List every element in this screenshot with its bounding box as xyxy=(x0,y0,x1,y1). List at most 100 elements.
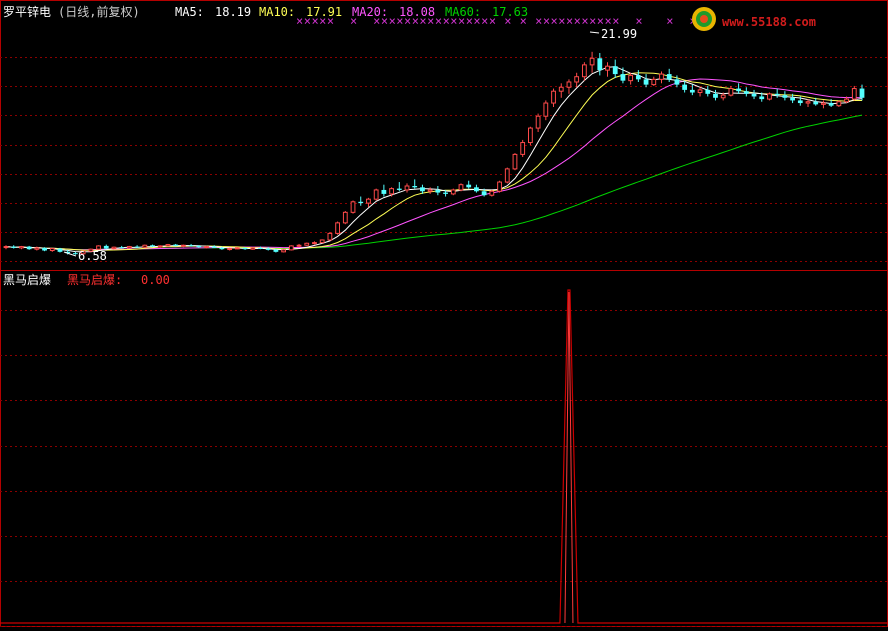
candle-body xyxy=(466,184,472,188)
candle-body xyxy=(682,84,688,90)
candle-body xyxy=(26,246,32,250)
candle-body xyxy=(597,58,603,71)
ma20-line xyxy=(5,78,863,251)
ma5-line xyxy=(5,66,863,253)
candle-body xyxy=(512,153,518,170)
candle-body xyxy=(142,244,148,248)
candle-body xyxy=(543,102,549,117)
candle-body xyxy=(743,91,749,94)
ma10-label: MA10: xyxy=(259,5,295,19)
candle-body xyxy=(836,101,842,107)
candle-body xyxy=(319,239,325,244)
candle-body xyxy=(250,247,256,250)
indicator-value: 0.00 xyxy=(141,273,170,287)
candle-body xyxy=(335,222,340,234)
signal-series xyxy=(0,289,888,624)
candle-body xyxy=(558,86,564,92)
indicator-value-label: 黑马启爆: xyxy=(67,273,122,287)
candle-body xyxy=(643,79,649,85)
candle-body xyxy=(612,66,618,75)
signal-mark: × xyxy=(435,14,442,28)
high-price-pointer xyxy=(589,31,600,34)
candle-body xyxy=(790,97,795,101)
signal-mark: × xyxy=(574,14,581,28)
signal-mark: × xyxy=(481,14,488,28)
candle-body xyxy=(697,89,703,94)
candle-body xyxy=(551,90,556,104)
candle-body xyxy=(227,248,233,251)
candle-body xyxy=(651,78,657,86)
candle-body xyxy=(350,201,356,213)
chart-stage: ××××××××××××××××××××××××××××××××××××××× … xyxy=(0,0,888,627)
candle-body xyxy=(450,189,456,195)
candle-body xyxy=(57,248,63,252)
candle-body xyxy=(689,89,695,93)
ma20-label: MA20: xyxy=(352,5,388,19)
candle-body xyxy=(42,247,47,251)
ma10-line xyxy=(5,72,862,251)
candle-body xyxy=(19,246,24,249)
signal-mark: × xyxy=(666,14,673,28)
candle-body xyxy=(420,187,425,192)
candle-body xyxy=(813,101,819,105)
candle-body xyxy=(782,95,788,98)
candle-body xyxy=(635,75,641,80)
candle-body xyxy=(358,201,364,204)
candle-body xyxy=(566,81,572,88)
watermark-logo xyxy=(692,7,716,31)
candle-body xyxy=(327,232,333,241)
candle-body xyxy=(288,245,294,251)
candle-body xyxy=(589,57,595,66)
candle-body xyxy=(134,246,140,248)
candle-body xyxy=(265,248,271,250)
candle-body xyxy=(520,142,526,155)
signal-mark: × xyxy=(635,14,642,28)
candle-body xyxy=(435,189,441,193)
watermark-text: www.55188.com xyxy=(722,15,816,29)
ma5-value: 18.19 xyxy=(215,5,251,19)
candle-body xyxy=(396,188,402,190)
candle-body xyxy=(581,64,587,78)
candle-body xyxy=(797,100,803,104)
candle-body xyxy=(49,248,55,252)
signal-mark: × xyxy=(566,14,573,28)
high-price-label: 21.99 xyxy=(601,27,637,41)
candle-body xyxy=(458,184,464,191)
candle-body xyxy=(219,247,225,250)
candle-body xyxy=(628,74,634,82)
candle-body xyxy=(474,187,479,192)
signal-mark: × xyxy=(605,14,612,28)
signal-mark: × xyxy=(581,14,588,28)
ma20-value: 18.08 xyxy=(399,5,435,19)
signal-mark: × xyxy=(535,14,542,28)
candle-body xyxy=(859,88,865,98)
candle-body xyxy=(705,89,711,94)
candle-body xyxy=(767,93,772,100)
candle-body xyxy=(751,93,757,97)
candle-body xyxy=(180,244,186,247)
signal-mark: × xyxy=(612,14,619,28)
candle-body xyxy=(828,103,834,106)
candle-body xyxy=(304,242,310,246)
candle-body xyxy=(489,190,495,196)
candle-body xyxy=(674,79,680,85)
ma5-label: MA5: xyxy=(175,5,204,19)
candle-body xyxy=(736,88,742,92)
price-grid xyxy=(0,57,888,262)
candle-body xyxy=(150,245,155,247)
candle-body xyxy=(412,186,418,188)
candle-body xyxy=(242,247,248,250)
logo-inner-circle xyxy=(700,15,708,23)
candle-body xyxy=(851,88,857,100)
signal-line xyxy=(0,289,888,624)
signal-mark: × xyxy=(551,14,558,28)
candle-body xyxy=(34,247,40,250)
candle-body xyxy=(666,74,672,80)
candle-body xyxy=(3,246,9,249)
candle-body xyxy=(620,74,626,81)
candle-body xyxy=(204,246,209,249)
indicator-grid xyxy=(0,310,888,627)
candle-body xyxy=(188,245,194,247)
candle-body xyxy=(720,94,726,99)
candle-body xyxy=(528,127,533,144)
